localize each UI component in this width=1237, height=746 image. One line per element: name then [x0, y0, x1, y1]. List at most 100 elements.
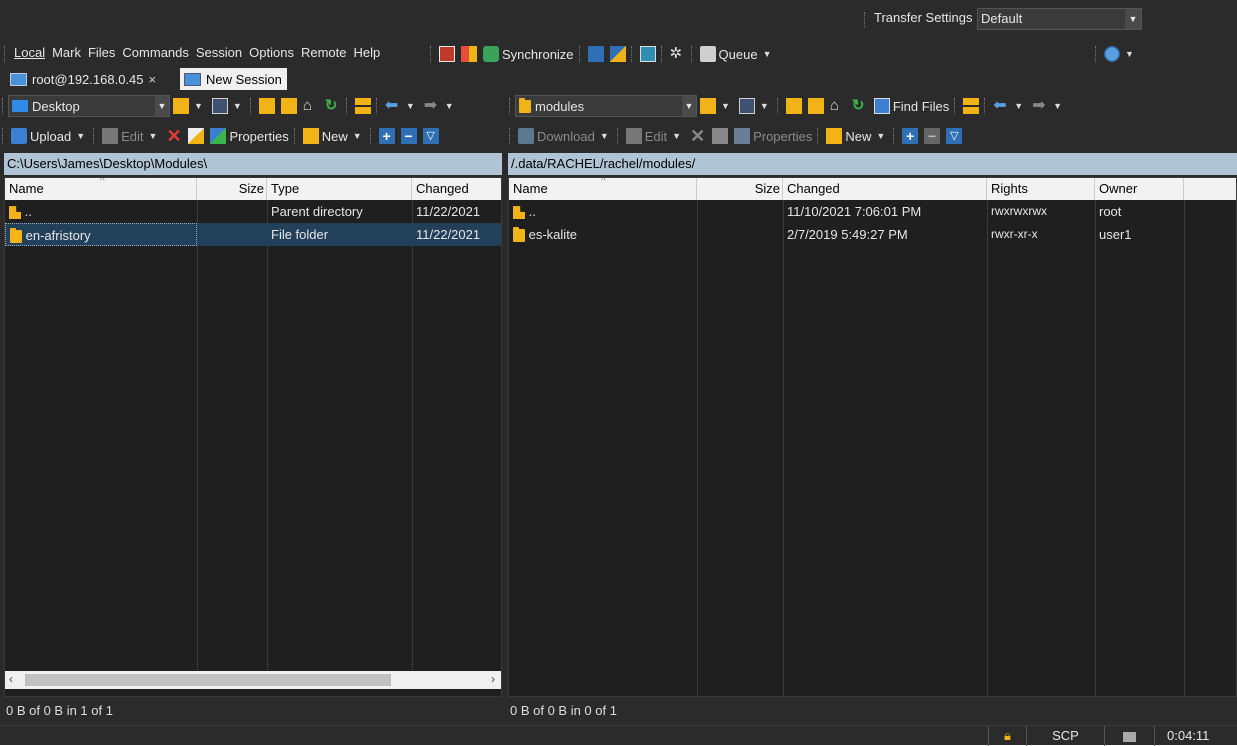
refresh-button[interactable]: ↻ [849, 95, 871, 117]
delete-button[interactable]: ✕ [687, 125, 709, 147]
new-button[interactable]: New ▼ [300, 125, 368, 147]
unselect-files-button[interactable]: − [398, 125, 420, 147]
preferences-button[interactable]: ✲ [667, 43, 689, 65]
local-drive-select[interactable]: Desktop ▼ [8, 95, 170, 117]
edit-button[interactable]: Edit ▼ [99, 125, 163, 147]
filter-button[interactable]: ▼ [736, 95, 775, 117]
column-name[interactable]: Name ^ [509, 178, 697, 200]
column-rights[interactable]: Rights [987, 178, 1095, 200]
new-button[interactable]: New ▼ [823, 125, 891, 147]
table-row[interactable]: es-kalite 2/7/2019 5:49:27 PM rwxr-xr-x … [509, 223, 1236, 246]
properties-button[interactable]: Properties [731, 125, 815, 147]
close-icon[interactable]: × [149, 72, 157, 87]
filter-files-button[interactable]: ▽ [420, 125, 442, 147]
changed-cell: 11/10/2021 7:06:01 PM [787, 204, 922, 219]
column-owner[interactable]: Owner [1095, 178, 1184, 200]
menu-options[interactable]: Options [249, 45, 294, 60]
open-directory-button[interactable]: ▼ [697, 95, 736, 117]
menu-mark[interactable]: Mark [52, 45, 81, 60]
menu-session[interactable]: Session [196, 45, 242, 60]
find-button[interactable] [637, 43, 659, 65]
parent-directory-button[interactable] [256, 95, 278, 117]
changed-cell: 2/7/2019 5:49:27 PM [787, 227, 908, 242]
rename-button[interactable] [709, 125, 731, 147]
horizontal-scrollbar[interactable]: ‹ › [5, 671, 501, 689]
table-row[interactable]: .. Parent directory 11/22/2021 [5, 200, 501, 223]
upload-button[interactable]: Upload ▼ [8, 125, 91, 147]
properties-button[interactable]: Properties [207, 125, 291, 147]
column-size[interactable]: Size [197, 178, 267, 200]
back-button[interactable]: ⬅ ▼ [382, 95, 421, 117]
edit-button[interactable]: Edit ▼ [623, 125, 687, 147]
parent-directory-button[interactable] [783, 95, 805, 117]
column-changed[interactable]: Changed [783, 178, 987, 200]
network-status[interactable] [1104, 726, 1154, 746]
column-label: Rights [991, 181, 1028, 196]
home-button[interactable]: ⌂ [300, 95, 322, 117]
scrollbar-thumb[interactable] [25, 674, 391, 686]
unselect-files-button[interactable]: − [921, 125, 943, 147]
properties-label: Properties [229, 128, 289, 144]
root-directory-button[interactable] [805, 95, 827, 117]
edit-icon [102, 128, 119, 144]
tree-toggle-button[interactable] [960, 95, 982, 117]
transfer-settings-select[interactable]: Default ▼ [977, 8, 1142, 30]
scroll-left-icon[interactable]: ‹ [9, 672, 13, 686]
open-directory-button[interactable]: ▼ [170, 95, 209, 117]
arrow-left-icon: ⬅ [384, 97, 399, 114]
filter-files-button[interactable]: ▽ [943, 125, 965, 147]
root-directory-button[interactable] [278, 95, 300, 117]
home-button[interactable]: ⌂ [827, 95, 849, 117]
network-menu-button[interactable]: ▼ [1101, 43, 1140, 65]
table-row[interactable]: .. 11/10/2021 7:06:01 PM rwxrwxrwx root [509, 200, 1236, 223]
forward-button[interactable]: ➡ ▼ [421, 95, 460, 117]
toolbar-grip [616, 128, 620, 144]
file-name: .. [528, 204, 536, 219]
menu-files[interactable]: Files [88, 45, 115, 60]
delete-button[interactable]: ✕ [163, 125, 185, 147]
protocol-status[interactable]: SCP [1026, 726, 1104, 746]
forward-button[interactable]: ➡ ▼ [1029, 95, 1068, 117]
rename-button[interactable] [185, 125, 207, 147]
menu-commands[interactable]: Commands [122, 45, 188, 60]
local-path-bar[interactable]: C:\Users\James\Desktop\Modules\ [4, 153, 502, 175]
menu-local[interactable]: Local [14, 45, 45, 60]
find-files-button[interactable]: Find Files [871, 95, 952, 117]
table-row[interactable]: en-afristory File folder 11/22/2021 [5, 223, 501, 246]
tab-session-root[interactable]: root@192.168.0.45 × [6, 68, 178, 90]
menu-help[interactable]: Help [353, 45, 380, 60]
synchronize-button[interactable]: Synchronize [480, 43, 577, 65]
changed-cell: 11/22/2021 [416, 204, 481, 219]
edit-icon [625, 128, 642, 144]
console-button[interactable] [585, 43, 607, 65]
menu-remote[interactable]: Remote [301, 45, 347, 60]
tree-toggle-button[interactable] [352, 95, 374, 117]
download-button[interactable]: Download ▼ [515, 125, 615, 147]
remote-file-list: Name ^ Size Changed Rights Owner .. 11/10… [508, 177, 1237, 697]
tab-new-session[interactable]: New Session [180, 68, 287, 90]
scroll-right-icon[interactable]: › [491, 672, 495, 686]
computer-icon [1123, 731, 1136, 742]
column-size[interactable]: Size [697, 178, 783, 200]
remote-path-bar[interactable]: /.data/RACHEL/rachel/modules/ [508, 153, 1237, 175]
column-divider [783, 200, 784, 696]
select-files-button[interactable]: + [899, 125, 921, 147]
toolbar-grip [893, 128, 896, 144]
column-name[interactable]: Name ^ [5, 178, 197, 200]
back-button[interactable]: ⬅ ▼ [990, 95, 1029, 117]
column-type[interactable]: Type [267, 178, 412, 200]
remote-directory-select[interactable]: modules ▼ [515, 95, 697, 117]
column-changed[interactable]: Changed [412, 178, 501, 200]
type-cell: File folder [267, 223, 412, 246]
local-panel: Desktop ▼ ▼ ▼ ⌂ ↻ ⬅ ▼ ➡ ▼ Upload ▼ Edit ▼ ✕ … [0, 92, 503, 725]
plus-icon: + [902, 128, 919, 144]
queue-button[interactable]: Queue ▼ [697, 43, 778, 65]
select-files-button[interactable]: + [376, 125, 398, 147]
refresh-button[interactable]: ↻ [322, 95, 344, 117]
open-putty-button[interactable] [607, 43, 629, 65]
encryption-status[interactable]: 🔒︎ [988, 726, 1026, 746]
keep-up-to-date-button[interactable] [458, 43, 480, 65]
toolbar-grip [345, 98, 349, 114]
filter-button[interactable]: ▼ [209, 95, 248, 117]
compare-directories-button[interactable] [436, 43, 458, 65]
